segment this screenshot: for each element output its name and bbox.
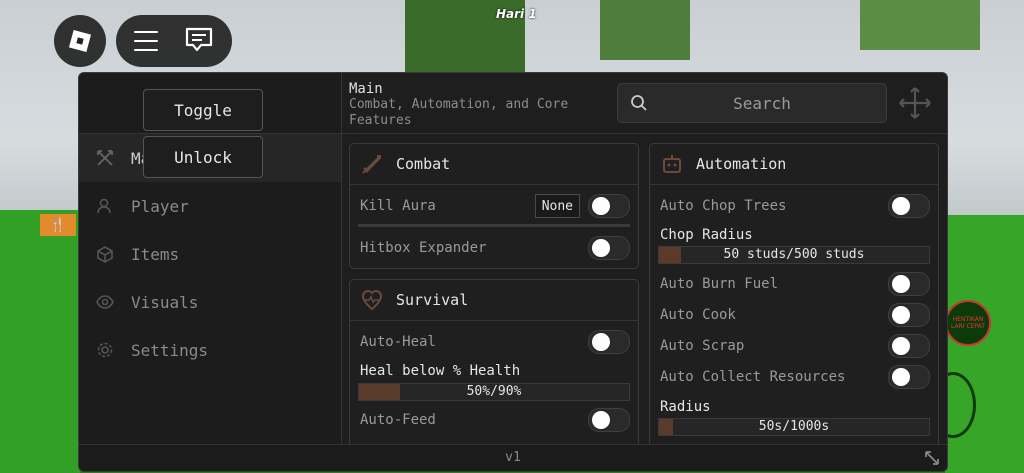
page-subtitle: Combat, Automation, and Core Features [349, 97, 569, 128]
sidebar-item-label: Visuals [131, 292, 199, 312]
hamburger-menu-icon[interactable] [134, 31, 158, 51]
section-title: Survival [396, 291, 469, 309]
chop-slider-label: Chop Radius [660, 227, 753, 243]
box-icon [95, 244, 115, 264]
gear-icon [95, 340, 115, 360]
chop-radius-slider[interactable]: 50 studs/500 studs [658, 246, 930, 264]
search-input[interactable]: Search [617, 83, 887, 123]
section-header: Automation [650, 144, 938, 185]
sidebar-item-player[interactable]: Player [79, 182, 341, 230]
section-title: Automation [696, 155, 787, 173]
version-label: v1 [505, 450, 521, 465]
radius-slider[interactable]: 50s/1000s [658, 418, 930, 436]
auto-cook-row: Auto Cook [660, 301, 930, 329]
section-title: Combat [396, 155, 451, 173]
auto-feed-label: Auto-Feed [360, 412, 436, 428]
window-footer: v1 [79, 444, 947, 471]
chat-icon[interactable] [184, 26, 214, 54]
search-icon [631, 95, 647, 111]
combat-section: Combat Kill Aura None Hitbox Expander [349, 143, 639, 269]
auto-chop-label: Auto Chop Trees [660, 198, 787, 214]
hitbox-toggle[interactable] [588, 236, 630, 260]
auto-burn-row: Auto Burn Fuel [660, 270, 930, 298]
section-header: Survival [350, 280, 638, 321]
kill-aura-toggle[interactable] [588, 194, 630, 218]
kill-aura-label: Kill Aura [360, 198, 436, 214]
auto-chop-row: Auto Chop Trees [660, 192, 930, 220]
auto-burn-label: Auto Burn Fuel [660, 276, 779, 292]
swords-icon [95, 148, 115, 168]
auto-collect-row: Auto Collect Resources [660, 363, 930, 391]
top-bar-pill [116, 15, 232, 67]
background-grass [0, 210, 80, 473]
hitbox-row: Hitbox Expander [360, 234, 630, 262]
automation-section: Automation Auto Chop Trees Chop Radius 5… [649, 143, 939, 471]
auto-scrap-toggle[interactable] [888, 334, 930, 358]
search-placeholder: Search [733, 93, 791, 113]
roblox-menu-button[interactable] [54, 15, 106, 67]
background-tree [860, 0, 980, 50]
auto-collect-label: Auto Collect Resources [660, 369, 846, 385]
content-header: Main Combat, Automation, and Core Featur… [341, 73, 947, 134]
auto-feed-toggle[interactable] [588, 408, 630, 432]
auto-burn-toggle[interactable] [888, 272, 930, 296]
heal-slider[interactable]: 50%/90% [358, 383, 630, 401]
tool-icon[interactable]: 🍴 [40, 214, 76, 236]
sidebar-item-label: Player [131, 196, 189, 216]
kill-aura-row: Kill Aura None [360, 192, 630, 220]
eye-icon [95, 292, 115, 312]
day-counter: Hari 1 [496, 7, 537, 21]
slider-value: 50 studs/500 studs [723, 247, 865, 262]
auto-heal-row: Auto-Heal [360, 328, 630, 356]
sidebar-item-label: Items [131, 244, 180, 264]
slider-value: 50%/90% [466, 384, 522, 399]
stop-sprint-button[interactable]: HENTIKAN LARI CEPAT [945, 300, 991, 346]
slider-value: 50s/1000s [758, 419, 830, 434]
move-icon[interactable] [897, 85, 933, 121]
section-header: Combat [350, 144, 638, 185]
page-title: Main [349, 81, 383, 97]
sidebar-item-visuals[interactable]: Visuals [79, 278, 341, 326]
hitbox-label: Hitbox Expander [360, 240, 487, 256]
auto-heal-label: Auto-Heal [360, 334, 436, 350]
divider [358, 224, 630, 227]
auto-scrap-label: Auto Scrap [660, 338, 745, 354]
sidebar-item-items[interactable]: Items [79, 230, 341, 278]
roblox-logo-icon [68, 29, 92, 53]
auto-chop-toggle[interactable] [888, 194, 930, 218]
resize-icon[interactable] [923, 449, 941, 467]
auto-cook-toggle[interactable] [888, 303, 930, 327]
auto-heal-toggle[interactable] [588, 330, 630, 354]
auto-feed-row: Auto-Feed [360, 406, 630, 434]
hub-window: Main Player Items Visuals [78, 72, 948, 472]
radius-slider-label: Radius [660, 399, 711, 415]
sidebar-item-label: Settings [131, 340, 209, 360]
sword-icon [362, 155, 381, 174]
toggle-button[interactable]: Toggle [143, 89, 263, 131]
kill-aura-keybind[interactable]: None [534, 194, 580, 218]
robot-icon [663, 155, 681, 173]
auto-collect-toggle[interactable] [888, 365, 930, 389]
user-icon [95, 196, 115, 216]
heart-pulse-icon [361, 290, 383, 311]
auto-scrap-row: Auto Scrap [660, 332, 930, 360]
sidebar-item-settings[interactable]: Settings [79, 326, 341, 374]
unlock-button[interactable]: Unlock [143, 136, 263, 178]
heal-slider-label: Heal below % Health [360, 363, 521, 379]
auto-cook-label: Auto Cook [660, 307, 736, 323]
background-tree [600, 0, 690, 60]
